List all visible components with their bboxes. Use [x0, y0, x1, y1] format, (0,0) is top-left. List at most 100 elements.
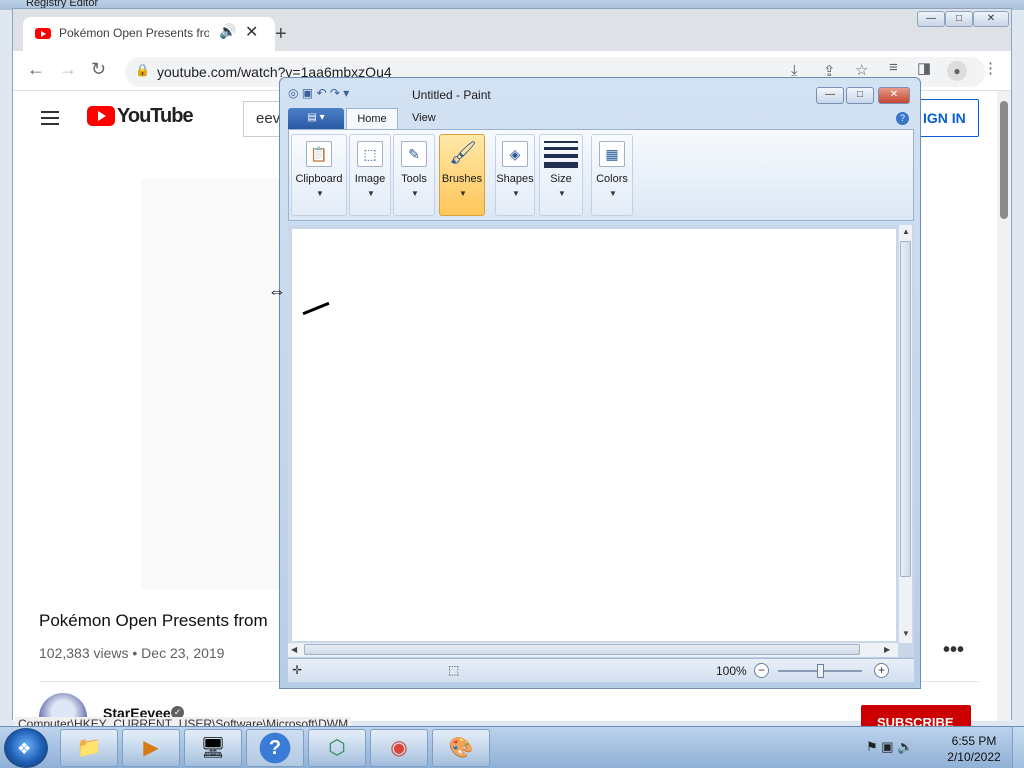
youtube-favicon-icon	[35, 28, 51, 39]
windows-logo-icon: ❖	[17, 741, 32, 758]
taskbar-registry-icon[interactable]: ⬡	[308, 729, 366, 767]
search-value[interactable]: eev	[256, 110, 280, 127]
scroll-down-icon[interactable]: ▼	[902, 629, 910, 638]
zoom-out-button[interactable]: −	[754, 663, 769, 678]
taskbar-control-panel-icon[interactable]: 🖥	[184, 729, 242, 767]
sign-in-button[interactable]: IGN IN	[919, 99, 979, 137]
paint-status-bar: ✛ ⬚ 100% − +	[288, 658, 914, 682]
video-title: Pokémon Open Presents from	[39, 611, 268, 630]
chevron-down-icon: ▼	[411, 189, 419, 198]
taskbar: ❖ 📁 ▶ 🖥 ? ⬡ ◉ 🎨 ⚑ ▣ 🔊 6:55 PM 2/10/2022	[0, 726, 1024, 768]
youtube-logo-icon[interactable]	[87, 106, 115, 126]
taskbar-paint-icon[interactable]: 🎨	[432, 729, 490, 767]
ribbon-group-shapes[interactable]: ◈ Shapes ▼	[495, 134, 535, 216]
clipboard-icon: 📋	[306, 141, 332, 167]
hamburger-menu-icon[interactable]	[41, 111, 59, 125]
canvas-horizontal-thumb[interactable]	[304, 644, 860, 655]
clock-time: 6:55 PM	[951, 734, 997, 748]
group-label-shapes: Shapes	[496, 173, 534, 185]
group-label-size: Size	[550, 173, 572, 185]
forward-icon[interactable]: →	[59, 59, 77, 80]
more-actions-button[interactable]: •••	[943, 639, 964, 662]
browser-tab[interactable]: Pokémon Open Presents from 🔊 ✕	[23, 17, 275, 51]
reading-list-icon[interactable]: ≡	[889, 59, 898, 76]
resize-cursor-icon: ⇔	[268, 281, 286, 301]
ribbon-group-size[interactable]: Size ▼	[539, 134, 583, 216]
new-tab-button[interactable]: +	[275, 23, 287, 46]
chevron-down-icon: ▼	[558, 189, 566, 198]
video-player[interactable]	[141, 179, 301, 589]
ribbon-group-image[interactable]: ⬚ Image ▼	[349, 134, 391, 216]
group-label-colors: Colors	[596, 173, 628, 185]
tab-view[interactable]: View	[412, 112, 436, 124]
tab-title: Pokémon Open Presents from	[59, 26, 209, 40]
side-panel-icon[interactable]: ◨	[917, 59, 931, 77]
show-desktop-button[interactable]	[1012, 727, 1024, 768]
taskbar-help-icon[interactable]: ?	[246, 729, 304, 767]
page-scroll-thumb[interactable]	[1000, 101, 1008, 219]
canvas-area: ▲ ▼ ◀ ▶	[288, 225, 914, 657]
menu-kebab-icon[interactable]: ⋮	[983, 59, 998, 77]
chrome-close-button[interactable]: ✕	[973, 11, 1009, 27]
speaker-icon[interactable]: 🔊	[219, 23, 236, 40]
clock[interactable]: 6:55 PM 2/10/2022	[944, 733, 1004, 765]
canvas-vertical-thumb[interactable]	[900, 241, 911, 577]
group-label-clipboard: Clipboard	[295, 173, 343, 185]
chevron-down-icon: ▼	[316, 189, 324, 198]
paint-window: ◎ ▣ ↶ ↷ ▾ Untitled - Paint — □ ✕ ▤ ▾ Hom…	[279, 77, 921, 689]
brush-icon: 🖌	[449, 140, 477, 165]
tab-close-icon[interactable]: ✕	[245, 22, 258, 42]
quick-access-toolbar[interactable]: ◎ ▣ ↶ ↷ ▾	[288, 86, 349, 100]
zoom-slider[interactable]	[778, 664, 862, 678]
shapes-icon: ◈	[502, 141, 528, 167]
youtube-logo-text[interactable]: YouTube	[117, 105, 194, 128]
select-icon: ⬚	[357, 141, 383, 167]
chrome-minimize-button[interactable]: —	[917, 11, 945, 27]
drawing-canvas[interactable]	[292, 229, 896, 641]
canvas-vertical-scrollbar[interactable]: ▲ ▼	[898, 225, 912, 643]
group-label-tools: Tools	[401, 173, 427, 185]
tools-icon: ✎	[401, 141, 427, 167]
scroll-left-icon[interactable]: ◀	[291, 645, 297, 654]
zoom-level: 100%	[716, 664, 747, 678]
sign-in-label: IGN IN	[923, 110, 966, 126]
zoom-in-button[interactable]: +	[874, 663, 889, 678]
size-lines-icon	[544, 141, 578, 172]
taskbar-chrome-icon[interactable]: ◉	[370, 729, 428, 767]
canvas-horizontal-scrollbar[interactable]: ◀ ▶	[288, 643, 898, 657]
chevron-down-icon: ▼	[459, 189, 467, 198]
profile-avatar-icon[interactable]: ●	[947, 61, 967, 81]
scroll-up-icon[interactable]: ▲	[902, 227, 910, 236]
tab-strip: Pokémon Open Presents from 🔊 ✕ + — □ ✕	[13, 9, 1011, 51]
lock-icon[interactable]: 🔒	[135, 63, 150, 77]
paint-maximize-button[interactable]: □	[846, 87, 874, 104]
paint-minimize-button[interactable]: —	[816, 87, 844, 104]
paint-file-menu-button[interactable]: ▤ ▾	[288, 108, 344, 129]
system-tray-icons[interactable]: ⚑ ▣ 🔊	[866, 739, 913, 755]
taskbar-media-player-icon[interactable]: ▶	[122, 729, 180, 767]
cursor-position-icon: ✛	[292, 663, 303, 677]
scroll-right-icon[interactable]: ▶	[884, 645, 890, 654]
chrome-maximize-button[interactable]: □	[945, 11, 973, 27]
chevron-down-icon: ▼	[609, 189, 617, 198]
selection-size-icon: ⬚	[448, 663, 460, 677]
ribbon-group-clipboard[interactable]: 📋 Clipboard ▼	[291, 134, 347, 216]
ribbon-group-brushes[interactable]: 🖌 Brushes ▼	[439, 134, 485, 216]
paint-title: Untitled - Paint	[412, 88, 491, 102]
group-label-brushes: Brushes	[441, 173, 483, 185]
tab-home[interactable]: Home	[346, 108, 398, 129]
back-icon[interactable]: ←	[27, 59, 45, 80]
colors-icon: ▦	[599, 141, 625, 167]
reload-icon[interactable]: ↻	[91, 59, 106, 80]
page-scrollbar[interactable]	[997, 91, 1011, 721]
ribbon-group-colors[interactable]: ▦ Colors ▼	[591, 134, 633, 216]
paint-ribbon: 📋 Clipboard ▼ ⬚ Image ▼ ✎ Tools ▼ 🖌 Brus…	[288, 129, 914, 221]
zoom-slider-knob[interactable]	[816, 664, 824, 678]
paint-close-button[interactable]: ✕	[878, 87, 910, 104]
clock-date: 2/10/2022	[947, 750, 1001, 764]
taskbar-explorer-icon[interactable]: 📁	[60, 729, 118, 767]
ribbon-group-tools[interactable]: ✎ Tools ▼	[393, 134, 435, 216]
start-button[interactable]: ❖	[4, 728, 48, 768]
help-icon[interactable]: ?	[896, 112, 909, 125]
chevron-down-icon: ▼	[512, 189, 520, 198]
